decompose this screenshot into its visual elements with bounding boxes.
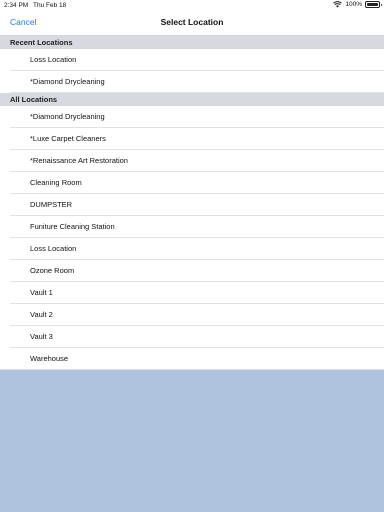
battery-percent: 100% [345, 1, 362, 8]
all-locations-list: *Diamond Drycleaning *Luxe Carpet Cleaner… [0, 106, 384, 370]
list-item[interactable]: Funiture Cleaning Station [0, 216, 384, 238]
status-time: 2:34 PM [4, 1, 29, 9]
location-list: Recent Locations Loss Location *Diamond D… [0, 36, 384, 370]
list-item[interactable]: *Diamond Drycleaning [0, 71, 384, 93]
list-item[interactable]: Vault 2 [0, 304, 384, 326]
status-bar: 2:34 PM Thu Feb 18 100% [0, 0, 384, 11]
list-item[interactable]: Cleaning Room [0, 172, 384, 194]
status-indicators: 100% [333, 1, 382, 8]
battery-icon [365, 1, 382, 8]
list-item[interactable]: *Diamond Drycleaning [0, 106, 384, 128]
page-title: Select Location [160, 17, 224, 27]
list-item[interactable]: *Luxe Carpet Cleaners [0, 128, 384, 150]
list-item[interactable]: DUMPSTER [0, 194, 384, 216]
list-item[interactable]: Vault 3 [0, 326, 384, 348]
recent-locations-list: Loss Location *Diamond Drycleaning [0, 49, 384, 93]
wifi-icon [333, 1, 343, 8]
select-location-screen: 2:34 PM Thu Feb 18 100% Cancel Select Lo… [0, 0, 384, 512]
section-header-all: All Locations [0, 93, 384, 106]
section-header-recent: Recent Locations [0, 36, 384, 49]
list-item[interactable]: *Renaissance Art Restoration [0, 150, 384, 172]
navigation-bar: Cancel Select Location [0, 11, 384, 36]
list-item[interactable]: Loss Location [0, 49, 384, 71]
list-item[interactable]: Loss Location [0, 238, 384, 260]
list-item[interactable]: Ozone Room [0, 260, 384, 282]
status-date: Thu Feb 18 [33, 1, 67, 9]
list-item[interactable]: Warehouse [0, 348, 384, 370]
battery-fill [367, 3, 378, 6]
list-item[interactable]: Vault 1 [0, 282, 384, 304]
